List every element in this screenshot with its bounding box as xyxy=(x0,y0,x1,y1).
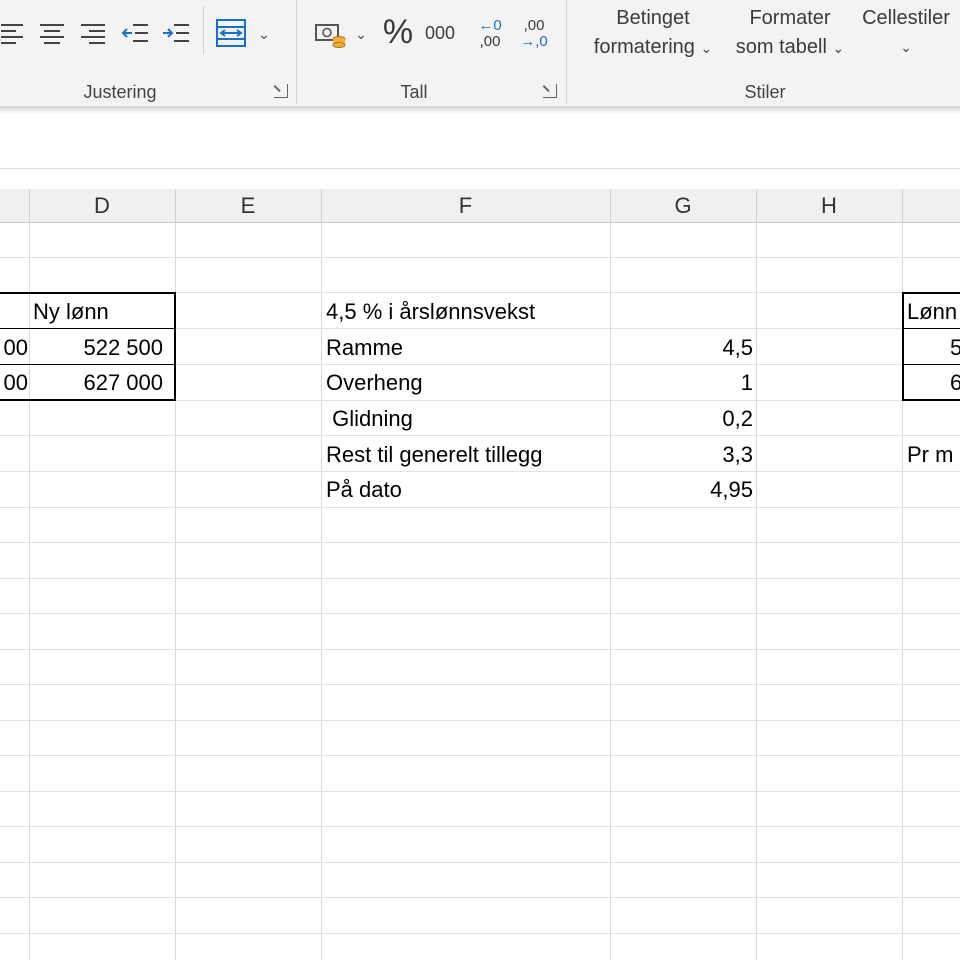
conditional-formatting-line1: Betinget xyxy=(616,7,690,29)
gridline xyxy=(0,862,960,863)
gridline xyxy=(0,933,960,934)
gridline xyxy=(0,897,960,898)
chevron-down-icon: ⌄ xyxy=(700,40,713,56)
gridline xyxy=(0,257,960,258)
column-header-f[interactable]: F xyxy=(321,189,611,222)
align-left-icon[interactable] xyxy=(0,18,26,48)
row-label-cell[interactable]: Ramme xyxy=(326,330,608,365)
increase-decimal-top: ←0 xyxy=(478,17,502,34)
gridline xyxy=(0,542,960,543)
column-header-c[interactable] xyxy=(0,189,30,222)
format-as-table-line2: som tabell ⌄ xyxy=(722,33,858,63)
column-header-g[interactable]: G xyxy=(610,189,757,222)
gridline xyxy=(0,720,960,721)
increase-decimal-button[interactable]: ←0 ,00 xyxy=(470,14,510,54)
column-header-h[interactable]: H xyxy=(756,189,903,222)
spreadsheet-grid[interactable]: Ny lønn 00 00 522 500 627 000 4,5 % i år… xyxy=(0,222,960,960)
chevron-down-icon: ⌄ xyxy=(900,39,912,55)
lonnsvekst-title-cell[interactable]: 4,5 % i årslønnsvekst xyxy=(326,294,608,329)
column-header-d[interactable]: D xyxy=(29,189,176,222)
format-as-table-button[interactable]: Formater som tabell ⌄ xyxy=(722,4,858,63)
row-value-cell[interactable]: 0,2 xyxy=(612,401,753,436)
conditional-formatting-button[interactable]: Betinget formatering ⌄ xyxy=(578,4,728,63)
gridline xyxy=(0,507,960,508)
pr-m-note-cell[interactable]: Pr m xyxy=(907,437,960,472)
gridline xyxy=(321,222,322,960)
gridline xyxy=(0,613,960,614)
gridline xyxy=(610,222,611,960)
gridline xyxy=(0,791,960,792)
chevron-down-icon: ⌄ xyxy=(832,40,845,56)
decrease-indent-icon[interactable] xyxy=(120,18,150,48)
merge-center-icon[interactable] xyxy=(214,16,248,50)
column-header-e[interactable]: E xyxy=(175,189,322,222)
increase-indent-icon[interactable] xyxy=(161,18,191,48)
ribbon-separator xyxy=(296,0,297,104)
tall-launcher-icon[interactable] xyxy=(543,84,557,98)
ribbon-shadow xyxy=(0,106,960,114)
row-label-cell[interactable]: Glidning xyxy=(326,401,608,436)
group-label-tall: Tall xyxy=(400,82,428,102)
align-right-icon[interactable] xyxy=(79,18,107,48)
prev-column-cell[interactable]: 00 xyxy=(0,365,28,400)
ny-lonn-header-cell[interactable]: Ny lønn xyxy=(33,294,173,329)
conditional-formatting-line2: formatering ⌄ xyxy=(578,33,728,63)
row-value-cell[interactable]: 3,3 xyxy=(612,437,753,472)
ribbon-separator xyxy=(203,6,204,54)
row-value-cell[interactable]: 1 xyxy=(612,365,753,400)
decrease-decimal-button[interactable]: ,00 →,0 xyxy=(512,14,556,54)
gridline xyxy=(756,222,757,960)
merge-dropdown-chevron-icon[interactable]: ⌄ xyxy=(255,24,273,44)
row-value-cell[interactable]: 4,95 xyxy=(612,472,753,507)
group-label-stiler: Stiler xyxy=(744,82,786,102)
decrease-decimal-top: ,00 xyxy=(523,17,545,34)
format-as-table-line1: Formater xyxy=(749,7,831,29)
justering-launcher-icon[interactable] xyxy=(274,84,288,98)
align-center-icon[interactable] xyxy=(38,18,66,48)
increase-decimal-bottom: ,00 xyxy=(479,33,501,50)
group-label-justering: Justering xyxy=(83,82,157,102)
gridline xyxy=(0,649,960,650)
column-header-i[interactable] xyxy=(902,189,960,222)
ribbon: ⌄ Justering ⌄ % 000 ←0 ,00 ,00 →,0 Tall … xyxy=(0,0,960,106)
row-label-cell[interactable]: Overheng xyxy=(326,365,608,400)
ny-lonn-value-cell[interactable]: 627 000 xyxy=(33,365,163,400)
accounting-dropdown-chevron-icon[interactable]: ⌄ xyxy=(353,24,369,44)
lonn-value-cell[interactable]: 6 xyxy=(950,365,960,400)
gridline xyxy=(0,826,960,827)
decrease-decimal-bottom: →,0 xyxy=(520,33,548,50)
cell-styles-button[interactable]: Cellestiler ⌄ xyxy=(852,4,960,62)
row-label-cell[interactable]: På dato xyxy=(326,472,608,507)
conditional-formatting-label: formatering xyxy=(593,36,695,58)
cell-styles-label: Cellestiler xyxy=(862,7,950,29)
formula-bar-area[interactable] xyxy=(0,114,960,169)
row-label-cell[interactable]: Rest til generelt tillegg xyxy=(326,437,608,472)
prev-column-cell[interactable]: 00 xyxy=(0,330,28,365)
lonn-value-cell[interactable]: 5 xyxy=(950,330,960,365)
accounting-format-icon[interactable] xyxy=(313,17,349,51)
ny-lonn-value-cell[interactable]: 522 500 xyxy=(33,330,163,365)
thousands-separator-button[interactable]: 000 xyxy=(420,18,460,48)
row-value-cell[interactable]: 4,5 xyxy=(612,330,753,365)
gridline xyxy=(0,578,960,579)
column-headers: D E F G H xyxy=(0,189,960,223)
lonn-header-cell[interactable]: Lønn xyxy=(907,294,960,329)
ribbon-separator xyxy=(566,0,567,104)
percent-style-button[interactable]: % xyxy=(380,12,416,52)
gridline xyxy=(0,684,960,685)
gridline xyxy=(0,755,960,756)
format-as-table-label: som tabell xyxy=(735,36,827,58)
